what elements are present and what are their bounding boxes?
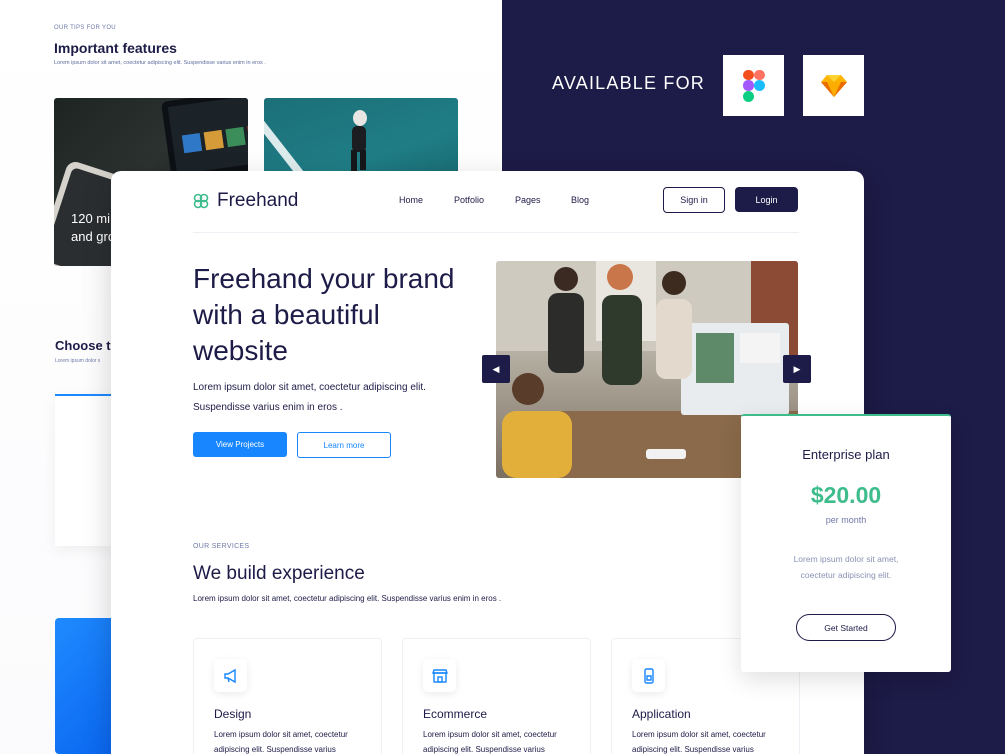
features-eyebrow: OUR TIPS FOR YOU xyxy=(54,25,116,31)
services-eyebrow: OUR SERVICES xyxy=(193,543,250,550)
learn-more-button[interactable]: Learn more xyxy=(297,432,391,458)
service-card-ecommerce[interactable]: Ecommerce Lorem ipsum dolor sit amet, co… xyxy=(402,638,591,754)
person-figure xyxy=(351,110,367,174)
service-title: Design xyxy=(214,707,252,721)
login-button[interactable]: Login xyxy=(735,187,798,212)
figma-icon xyxy=(742,69,765,102)
nav-pages[interactable]: Pages xyxy=(515,195,541,205)
service-description: Lorem ipsum dolor sit amet, coectetur ad… xyxy=(423,730,557,754)
plan-title: Enterprise plan xyxy=(802,447,890,462)
tablet-device xyxy=(160,98,248,182)
carousel-next-button[interactable]: ▶ xyxy=(783,355,811,383)
signin-button[interactable]: Sign in xyxy=(663,187,725,213)
plan-price: $20.00 xyxy=(810,482,882,508)
brand-name: Freehand xyxy=(217,190,299,211)
chevron-left-icon: ◀ xyxy=(492,363,500,374)
service-title: Ecommerce xyxy=(423,707,488,721)
sketch-button[interactable] xyxy=(803,55,864,116)
get-started-button[interactable]: Get Started xyxy=(796,614,896,641)
service-description: Lorem ipsum dolor sit amet, coectetur ad… xyxy=(632,730,766,754)
photo-caption: 120 mi and gro xyxy=(71,211,116,244)
figma-button[interactable] xyxy=(723,55,784,116)
nav-portfolio[interactable]: Potfolio xyxy=(454,195,484,205)
service-description: Lorem ipsum dolor sit amet, coectetur ad… xyxy=(214,730,348,754)
pricing-subtitle: Lorem ipsum dolor s xyxy=(55,358,101,364)
enterprise-plan-card: Enterprise plan $20.00 per month Lorem i… xyxy=(741,414,951,672)
pricing-card-preview xyxy=(55,394,115,546)
hero-description: Lorem ipsum dolor sit amet, coectetur ad… xyxy=(193,382,426,413)
features-title: Important features xyxy=(54,40,177,56)
megaphone-icon xyxy=(214,659,247,692)
plan-period: per month xyxy=(825,515,867,525)
available-for-label: AVAILABLE FOR xyxy=(552,73,705,93)
nav-home[interactable]: Home xyxy=(399,195,423,205)
brand-logo[interactable]: Freehand xyxy=(193,190,298,212)
hero-title: Freehand your brand with a beautiful web… xyxy=(193,263,455,366)
clover-logo-icon xyxy=(193,193,209,209)
storefront-icon xyxy=(423,659,456,692)
features-subtitle: Lorem ipsum dolor sit amet, coectetur ad… xyxy=(54,60,266,66)
service-title: Application xyxy=(632,707,691,721)
nav-blog[interactable]: Blog xyxy=(571,195,589,205)
services-title: We build experience xyxy=(193,563,365,584)
mobile-app-icon xyxy=(632,659,665,692)
sketch-icon xyxy=(820,74,847,97)
pricing-title: Choose t xyxy=(55,338,111,353)
chevron-right-icon: ▶ xyxy=(793,363,801,374)
service-card-design[interactable]: Design Lorem ipsum dolor sit amet, coect… xyxy=(193,638,382,754)
blue-banner-preview xyxy=(55,618,115,754)
plan-description: Lorem ipsum dolor sit amet, coectetur ad… xyxy=(793,554,899,580)
header-divider xyxy=(193,232,799,233)
carousel-prev-button[interactable]: ◀ xyxy=(482,355,510,383)
services-subtitle: Lorem ipsum dolor sit amet, coectetur ad… xyxy=(193,594,502,603)
view-projects-button[interactable]: View Projects xyxy=(193,432,287,457)
